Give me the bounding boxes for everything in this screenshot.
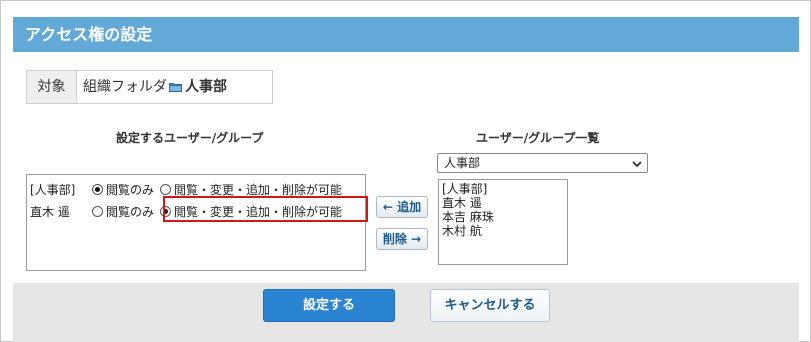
group-select-value: 人事部 [444,156,481,170]
full-access-label: 閲覧・変更・追加・削除が可能 [174,182,343,197]
permission-list: [人事部] 閲覧のみ 閲覧・変更・追加・削除が可能 直木 遥 閲覧のみ 閲覧・変… [26,174,366,271]
permission-row-name: 直木 遥 [30,204,70,219]
view-only-radio[interactable] [92,205,103,217]
cancel-button[interactable]: キャンセルする [430,289,550,322]
full-access-radio[interactable] [160,183,172,195]
view-only-radio[interactable] [92,183,103,195]
add-button[interactable]: ← 追加 [376,196,428,218]
view-only-label: 閲覧のみ [106,204,155,219]
target-row: 対象 組織フォルダ 人事部 [26,70,273,104]
highlight-box [163,196,368,222]
full-access-option[interactable]: 閲覧・変更・追加・削除が可能 [160,181,342,198]
view-only-option[interactable]: 閲覧のみ [92,181,154,198]
target-path-prefix: 組織フォルダ [83,79,167,95]
chevron-down-icon [631,157,643,175]
footer-bar [13,283,799,342]
dialog-frame: アクセス権の設定 対象 組織フォルダ 人事部 設定するユーザー/グループ ユーザ… [0,0,811,342]
list-item[interactable]: 本吉 麻珠 [442,210,564,224]
left-panel-heading: 設定するユーザー/グループ [116,131,264,145]
right-panel-heading: ユーザー/グループ一覧 [476,131,600,145]
target-folder-name: 人事部 [185,79,227,95]
view-only-option[interactable]: 閲覧のみ [92,203,154,220]
permission-row-name: [人事部] [30,182,76,197]
folder-icon [169,82,182,92]
list-item[interactable]: 木村 航 [442,224,564,238]
user-list[interactable]: [人事部] 直木 遥 本吉 麻珠 木村 航 [438,179,568,265]
page-title: アクセス権の設定 [13,17,799,52]
target-label: 対象 [27,71,77,103]
submit-button[interactable]: 設定する [263,289,395,322]
group-select[interactable]: 人事部 [437,153,648,173]
target-value: 組織フォルダ 人事部 [77,71,272,103]
remove-button[interactable]: 削除 → [376,228,428,250]
view-only-label: 閲覧のみ [106,182,155,197]
list-item[interactable]: 直木 遥 [442,196,564,210]
list-item[interactable]: [人事部] [442,182,564,196]
